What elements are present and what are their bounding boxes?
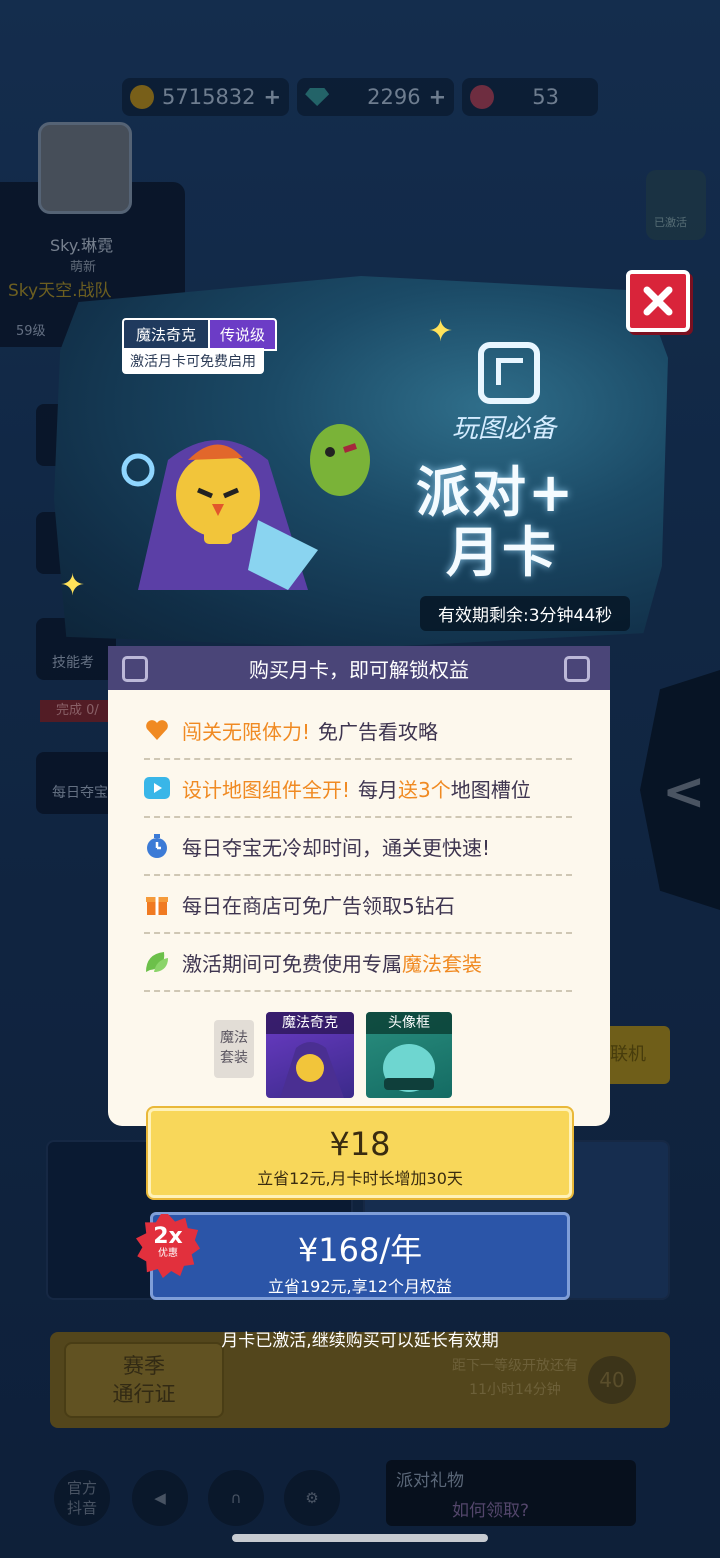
close-button[interactable] bbox=[626, 270, 690, 332]
benefit-highlight: 设计地图组件全开! bbox=[182, 777, 351, 802]
avatar-frame-label: 头像框 bbox=[366, 1012, 452, 1034]
logo-icon bbox=[122, 656, 148, 682]
cactus-illustration bbox=[310, 424, 370, 496]
activation-note: 月卡已激活,继续购买可以延长有效期 bbox=[221, 1331, 499, 1351]
sparkle-icon: ✦ bbox=[60, 568, 86, 603]
buy-monthly-button[interactable]: ¥18 立省12元,月卡时长增加30天 bbox=[148, 1108, 572, 1198]
costume-item[interactable]: 魔法奇克 bbox=[266, 1012, 354, 1098]
avatar-frame-item[interactable]: 头像框 bbox=[366, 1012, 452, 1098]
yearly-desc: 立省192元,享12个月权益 bbox=[268, 1277, 452, 1296]
yearly-price: ¥168/年 bbox=[297, 1231, 423, 1269]
play-icon bbox=[144, 775, 170, 801]
benefit-text: 每月 bbox=[358, 777, 399, 802]
buy-yearly-button[interactable]: ¥168/年 立省192元,享12个月权益 bbox=[150, 1212, 570, 1300]
sparkle-icon: ✦ bbox=[428, 314, 454, 349]
benefits-title: 购买月卡，即可解锁权益 bbox=[249, 657, 469, 682]
discount-badge-sub: 优惠 bbox=[158, 1248, 178, 1259]
validity-timer: 有效期剩余:3分钟44秒 bbox=[420, 596, 631, 631]
benefit-item: 激活期间可免费使用专属 魔法套装 bbox=[144, 934, 572, 992]
wizard-owl-illustration bbox=[121, 440, 318, 590]
game-logo-icon bbox=[478, 342, 540, 404]
logo-icon bbox=[564, 656, 590, 682]
close-icon bbox=[643, 286, 673, 316]
benefits-card: 购买月卡，即可解锁权益 闯关无限体力! 免广告看攻略 设计地图组件全开! 每月 … bbox=[108, 646, 610, 1126]
benefit-item: 设计地图组件全开! 每月 送3个 地图槽位 bbox=[144, 760, 572, 818]
benefit-highlight: 送3个 bbox=[398, 777, 451, 802]
benefit-text: 激活期间可免费使用专属 bbox=[182, 951, 402, 976]
stopwatch-icon bbox=[144, 833, 170, 859]
benefit-text: 免广告看攻略 bbox=[318, 719, 439, 744]
benefit-list: 闯关无限体力! 免广告看攻略 设计地图组件全开! 每月 送3个 地图槽位 每日夺… bbox=[108, 690, 610, 992]
reward-items: 魔法 套装 魔法奇克 头像框 bbox=[214, 1012, 452, 1098]
rarity-tag: 传说级 bbox=[208, 318, 278, 351]
costume-name-tag: 魔法奇克 bbox=[122, 318, 209, 351]
tagline: 玩图必备 bbox=[452, 414, 557, 444]
gift-icon bbox=[144, 891, 170, 917]
banner-title-line2: 月卡 bbox=[446, 521, 558, 584]
benefit-text: 每日夺宝无冷却时间，通关更快速! bbox=[182, 835, 491, 860]
set-label: 魔法 套装 bbox=[214, 1020, 254, 1078]
heart-icon bbox=[144, 717, 170, 743]
benefit-item: 每日在商店可免广告领取5钻石 bbox=[144, 876, 572, 934]
costume-tag: 魔法奇克 传说级 bbox=[122, 318, 278, 351]
benefit-item: 闯关无限体力! 免广告看攻略 bbox=[144, 702, 572, 760]
costume-item-label: 魔法奇克 bbox=[266, 1012, 354, 1034]
benefits-header: 购买月卡，即可解锁权益 bbox=[108, 646, 610, 690]
benefit-text: 地图槽位 bbox=[450, 777, 531, 802]
benefit-highlight: 魔法套装 bbox=[402, 951, 482, 976]
monthly-desc: 立省12元,月卡时长增加30天 bbox=[257, 1169, 463, 1188]
benefit-highlight: 闯关无限体力! bbox=[182, 719, 311, 744]
monthly-price: ¥18 bbox=[329, 1125, 391, 1163]
leaf-icon bbox=[144, 949, 170, 975]
benefit-text: 每日在商店可免广告领取5钻石 bbox=[182, 893, 455, 918]
costume-hint: 激活月卡可免费启用 bbox=[122, 348, 264, 374]
home-indicator[interactable] bbox=[232, 1534, 488, 1542]
benefit-item: 每日夺宝无冷却时间，通关更快速! bbox=[144, 818, 572, 876]
